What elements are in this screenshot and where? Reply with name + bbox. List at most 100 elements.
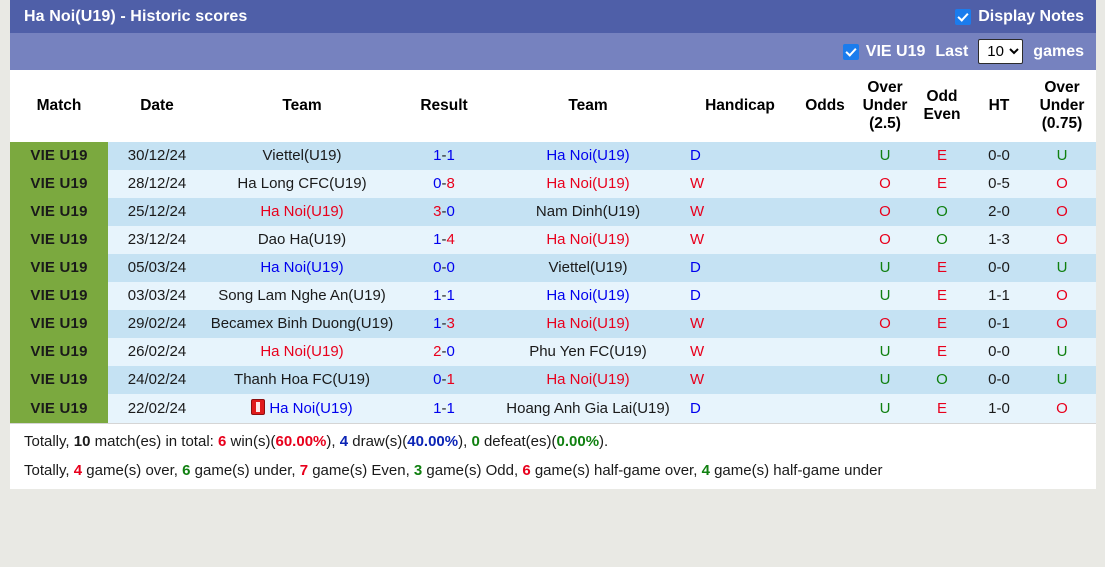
league-filter-label: VIE U19 — [865, 42, 926, 60]
match-date: 30/12/24 — [127, 147, 187, 164]
table-row[interactable]: VIE U19 03/03/24 Song Lam Nghe An(U19) 1-1 H… — [10, 282, 1096, 310]
col-header-ht[interactable]: HT — [970, 70, 1028, 142]
cell-team-home: Ha Long CFC(U19) — [206, 170, 398, 198]
cell-over-under-25: O — [856, 170, 914, 198]
cell-match[interactable]: VIE U19 — [10, 142, 108, 170]
home-team-link[interactable]: Dao Ha(U19) — [258, 231, 346, 248]
home-team-link[interactable]: Ha Noi(U19) — [260, 343, 343, 360]
col-header-over-under-25[interactable]: Over Under (2.5) — [856, 70, 914, 142]
ou25-line2: Under — [862, 97, 908, 115]
home-team-link[interactable]: Ha Noi(U19) — [269, 400, 352, 417]
cell-over-under-075: O — [1028, 310, 1096, 338]
cell-match[interactable]: VIE U19 — [10, 198, 108, 226]
cell-match[interactable]: VIE U19 — [10, 282, 108, 310]
page-title: Ha Noi(U19) - Historic scores — [24, 7, 248, 25]
match-outcome-marker: D — [690, 147, 701, 164]
cell-match[interactable]: VIE U19 — [10, 226, 108, 254]
s1-wins-pct: 60.00% — [275, 433, 327, 450]
table-row[interactable]: VIE U19 29/02/24 Becamex Binh Duong(U19) 1-… — [10, 310, 1096, 338]
score-home: 3 — [433, 203, 442, 220]
games-count-select[interactable]: 510203050 — [978, 39, 1024, 64]
away-team-link[interactable]: Ha Noi(U19) — [546, 175, 629, 192]
cell-result: 2-0 — [398, 338, 490, 366]
col-header-team-away[interactable]: Team — [490, 70, 686, 142]
table-row[interactable]: VIE U19 30/12/24 Viettel(U19) 1-1 Ha Noi(U19… — [10, 142, 1096, 170]
cell-date: 24/02/24 — [108, 366, 206, 394]
over-under-25-value: U — [879, 259, 891, 276]
score-away: 1 — [446, 287, 455, 304]
cell-match[interactable]: VIE U19 — [10, 310, 108, 338]
cell-over-under-25: O — [856, 310, 914, 338]
away-team-link[interactable]: Phu Yen FC(U19) — [529, 343, 647, 360]
home-team-link[interactable]: Thanh Hoa FC(U19) — [234, 371, 370, 388]
over-under-25-value: O — [879, 315, 891, 332]
half-time-score: 0-0 — [988, 259, 1010, 276]
table-row[interactable]: VIE U19 22/02/24 Ha Noi(U19) 1-1 Hoang Anh G… — [10, 394, 1096, 423]
score-away: 0 — [446, 259, 455, 276]
col-header-match[interactable]: Match — [10, 70, 108, 142]
away-team-link[interactable]: Ha Noi(U19) — [546, 315, 629, 332]
col-header-odds[interactable]: Odds — [794, 70, 856, 142]
table-row[interactable]: VIE U19 26/02/24 Ha Noi(U19) 2-0 Phu Yen FC(… — [10, 338, 1096, 366]
col-header-odd-even[interactable]: Odd Even — [914, 70, 970, 142]
home-team-link[interactable]: Ha Long CFC(U19) — [237, 175, 366, 192]
over-under-075-value: U — [1056, 343, 1068, 360]
cell-date: 29/02/24 — [108, 310, 206, 338]
cell-over-under-25: U — [856, 282, 914, 310]
cell-odd-even: E — [914, 310, 970, 338]
cell-match[interactable]: VIE U19 — [10, 338, 108, 366]
cell-handicap: W — [686, 198, 794, 226]
away-team-link[interactable]: Hoang Anh Gia Lai(U19) — [506, 400, 669, 417]
half-time-score: 0-0 — [988, 371, 1010, 388]
s1-t5: ), — [458, 433, 472, 450]
table-row[interactable]: VIE U19 25/12/24 Ha Noi(U19) 3-0 Nam Dinh(U1… — [10, 198, 1096, 226]
match-date: 24/02/24 — [127, 371, 187, 388]
cell-team-home: Becamex Binh Duong(U19) — [206, 310, 398, 338]
col-header-team-home[interactable]: Team — [206, 70, 398, 142]
league-filter-control: VIE U19 — [842, 42, 926, 61]
col-header-date[interactable]: Date — [108, 70, 206, 142]
cell-match[interactable]: VIE U19 — [10, 366, 108, 394]
display-notes-checkbox[interactable] — [955, 8, 972, 25]
table-row[interactable]: VIE U19 24/02/24 Thanh Hoa FC(U19) 0-1 Ha No… — [10, 366, 1096, 394]
s1-t7: ). — [599, 433, 609, 450]
cell-handicap: W — [686, 310, 794, 338]
match-league-label: VIE U19 — [30, 231, 88, 248]
summary-line-results: Totally, 10 match(es) in total: 6 win(s)… — [24, 431, 1096, 453]
cell-over-under-25: U — [856, 366, 914, 394]
away-team-link[interactable]: Viettel(U19) — [549, 259, 628, 276]
s2-t1: game(s) over, — [82, 461, 183, 479]
col-header-result[interactable]: Result — [398, 70, 490, 142]
cell-over-under-25: U — [856, 254, 914, 282]
score-home: 0 — [433, 371, 442, 388]
col-header-over-under-075[interactable]: Over Under (0.75) — [1028, 70, 1096, 142]
league-filter-checkbox[interactable] — [842, 43, 859, 60]
score-home: 1 — [433, 315, 442, 332]
home-team-link[interactable]: Ha Noi(U19) — [260, 203, 343, 220]
home-team-link[interactable]: Viettel(U19) — [263, 147, 342, 164]
cell-odd-even: E — [914, 338, 970, 366]
cell-match[interactable]: VIE U19 — [10, 254, 108, 282]
cell-match[interactable]: VIE U19 — [10, 170, 108, 198]
oe-line2: Even — [923, 106, 961, 123]
games-count-wrapper: 510203050 — [978, 39, 1024, 64]
over-under-25-value: U — [879, 399, 891, 417]
away-team-link[interactable]: Nam Dinh(U19) — [536, 203, 640, 220]
away-team-link[interactable]: Ha Noi(U19) — [546, 287, 629, 304]
home-team-link[interactable]: Song Lam Nghe An(U19) — [218, 287, 386, 304]
table-row[interactable]: VIE U19 28/12/24 Ha Long CFC(U19) 0-8 Ha Noi… — [10, 170, 1096, 198]
cell-result: 1-3 — [398, 310, 490, 338]
home-team-link[interactable]: Becamex Binh Duong(U19) — [211, 315, 394, 332]
col-header-handicap[interactable]: Handicap — [686, 70, 794, 142]
cell-match[interactable]: VIE U19 — [10, 394, 108, 423]
away-team-link[interactable]: Ha Noi(U19) — [546, 147, 629, 164]
cell-team-away: Viettel(U19) — [490, 254, 686, 282]
home-team-link[interactable]: Ha Noi(U19) — [260, 259, 343, 276]
away-team-link[interactable]: Ha Noi(U19) — [546, 231, 629, 248]
table-row[interactable]: VIE U19 23/12/24 Dao Ha(U19) 1-4 Ha Noi(U19)… — [10, 226, 1096, 254]
cell-odd-even: O — [914, 366, 970, 394]
match-outcome-marker: W — [690, 343, 705, 360]
away-team-link[interactable]: Ha Noi(U19) — [546, 371, 629, 388]
table-row[interactable]: VIE U19 05/03/24 Ha Noi(U19) 0-0 Viettel(U19… — [10, 254, 1096, 282]
odd-even-value: E — [936, 315, 947, 332]
